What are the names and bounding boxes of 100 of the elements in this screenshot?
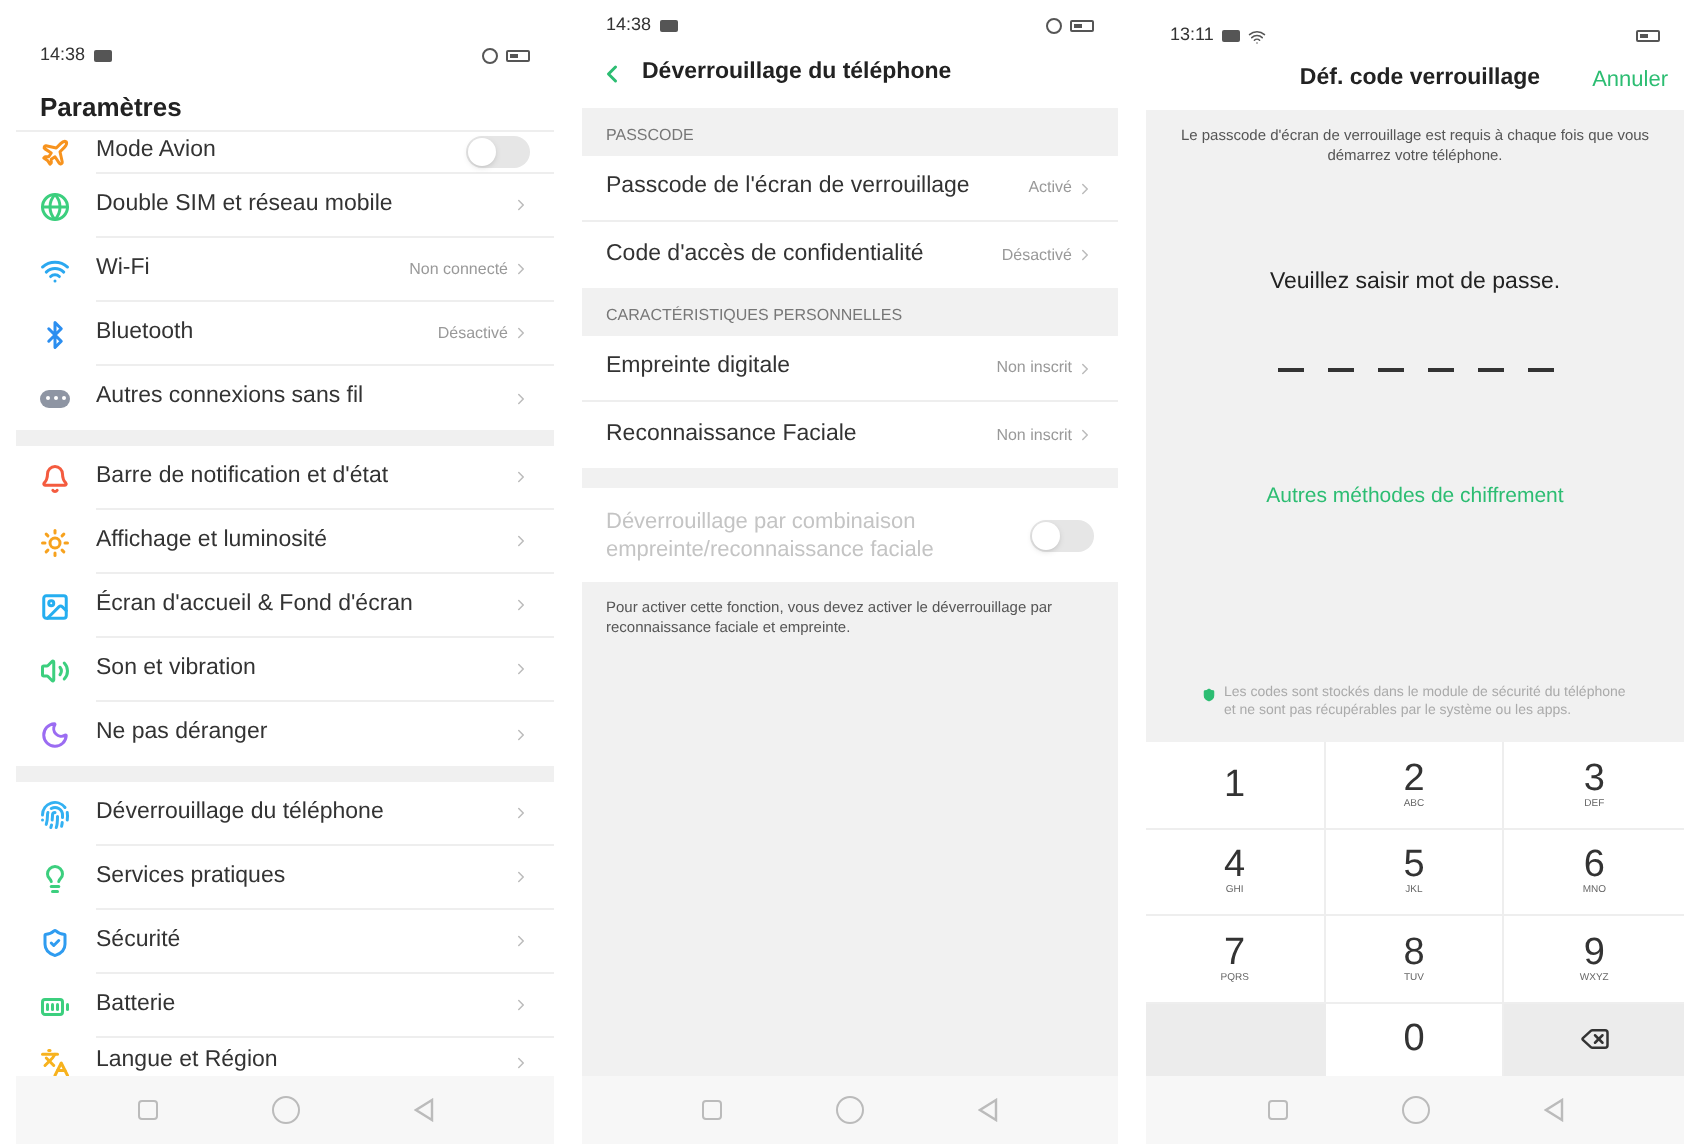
record-icon <box>482 48 498 64</box>
settings-row[interactable]: Barre de notification et d'état <box>16 446 554 510</box>
settings-row[interactable]: Wi-Fi Non connecté <box>16 238 554 302</box>
status-time: 14:38 <box>40 42 86 69</box>
chevron-icon <box>512 196 530 214</box>
photo-icon <box>659 20 678 32</box>
home-button[interactable] <box>271 1096 299 1124</box>
settings-row[interactable]: Langue et Région <box>16 1038 554 1076</box>
settings-row[interactable]: Double SIM et réseau mobile <box>16 174 554 238</box>
key-digit: 6 <box>1583 846 1605 885</box>
chevron-icon <box>512 804 530 822</box>
chevron-icon <box>512 725 530 743</box>
settings-label: Batterie <box>96 989 178 1020</box>
chevron-icon <box>512 596 530 614</box>
language-icon <box>40 1047 70 1076</box>
settings-label: Mode Avion <box>96 136 218 167</box>
key-digit: 1 <box>1224 765 1246 804</box>
wifi-icon <box>1247 27 1266 45</box>
settings-label: Wi-Fi <box>96 253 152 284</box>
pin-slot <box>1527 368 1553 373</box>
shield-icon <box>1202 688 1216 702</box>
settings-row[interactable]: Ne pas déranger <box>16 702 554 766</box>
settings-row[interactable]: Reconnaissance Faciale Non inscrit <box>582 402 1118 468</box>
fingerprint-icon <box>40 799 70 829</box>
key-digit: 4 <box>1224 846 1246 885</box>
settings-label: Barre de notification et d'état <box>96 461 391 492</box>
settings-row[interactable]: Mode Avion <box>16 132 554 174</box>
moon-icon <box>40 719 70 749</box>
chevron-icon <box>512 932 530 950</box>
pin-slot <box>1377 368 1403 373</box>
speaker-icon <box>40 655 70 685</box>
home-button[interactable] <box>835 1096 864 1124</box>
backspace-icon <box>1579 1024 1610 1055</box>
chevron-icon <box>512 260 530 278</box>
recent-apps-button[interactable] <box>702 1100 723 1120</box>
chevron-icon <box>512 468 530 486</box>
settings-row[interactable]: Écran d'accueil & Fond d'écran <box>16 574 554 638</box>
settings-row[interactable]: Passcode de l'écran de verrouillage Activé <box>582 156 1118 222</box>
settings-label: Autres connexions sans fil <box>96 382 366 413</box>
settings-label: Bluetooth <box>96 317 196 348</box>
pin-slot <box>1427 368 1453 373</box>
settings-value: Non inscrit <box>996 423 1072 447</box>
keypad-key[interactable]: 1 <box>1146 742 1326 829</box>
settings-row[interactable]: Sécurité <box>16 910 554 974</box>
toggle-switch[interactable] <box>466 136 530 168</box>
section-header: CARACTÉRISTIQUES PERSONNELLES <box>606 304 903 328</box>
recent-apps-button[interactable] <box>1267 1100 1287 1120</box>
settings-label: Déverrouillage du téléphone <box>96 797 386 828</box>
settings-label: Langue et Région <box>96 1046 280 1076</box>
screen-title: Paramètres <box>38 90 184 126</box>
record-icon <box>1046 18 1062 34</box>
airplane-icon <box>40 138 70 168</box>
status-time: 14:38 <box>606 12 652 39</box>
brightness-icon <box>40 527 70 557</box>
chevron-icon <box>512 868 530 886</box>
keypad-key[interactable]: 0 <box>1325 1003 1505 1076</box>
back-button[interactable] <box>1543 1098 1563 1122</box>
chevron-icon <box>1076 426 1094 444</box>
settings-label: Double SIM et réseau mobile <box>96 189 395 220</box>
settings-value: Désactivé <box>1001 243 1072 267</box>
key-digit: 5 <box>1403 846 1425 885</box>
key-digit: 9 <box>1583 933 1605 972</box>
settings-row[interactable]: Bluetooth Désactivé <box>16 302 554 366</box>
settings-label: Déverrouillage par combinaison empreinte/reconnaissance faciale <box>606 507 936 563</box>
settings-row[interactable]: Services pratiques <box>16 846 554 910</box>
settings-row[interactable]: Déverrouillage du téléphone <box>16 782 554 846</box>
settings-value: Désactivé <box>437 321 508 345</box>
battery-icon <box>1636 30 1660 42</box>
screen-title: Déverrouillage du téléphone <box>642 58 952 89</box>
settings-label: Ne pas déranger <box>96 718 270 749</box>
settings-label: Passcode de l'écran de verrouillage <box>606 172 972 203</box>
recent-apps-button[interactable] <box>137 1100 157 1120</box>
settings-row[interactable]: Empreinte digitale Non inscrit <box>582 336 1118 402</box>
chevron-icon <box>512 1053 530 1071</box>
backspace-key[interactable] <box>1504 1003 1684 1076</box>
settings-row[interactable]: Code d'accès de confidentialité Désactivé <box>582 222 1118 288</box>
chevron-icon <box>1076 246 1094 264</box>
bulb-icon <box>40 863 70 893</box>
key-digit: 3 <box>1583 759 1605 798</box>
settings-row[interactable]: Affichage et luminosité <box>16 510 554 574</box>
chevron-icon <box>512 996 530 1014</box>
settings-label: Sécurité <box>96 925 183 956</box>
battery-icon <box>1070 20 1094 32</box>
settings-row[interactable]: Son et vibration <box>16 638 554 702</box>
section-header: PASSCODE <box>606 124 694 148</box>
notification-icon <box>40 463 70 493</box>
globe-icon <box>40 191 70 221</box>
settings-label: Empreinte digitale <box>606 352 793 383</box>
back-button[interactable] <box>413 1098 433 1122</box>
back-button[interactable] <box>977 1098 998 1122</box>
home-button[interactable] <box>1401 1096 1429 1124</box>
settings-value: Non connecté <box>409 257 508 281</box>
settings-row[interactable]: Autres connexions sans fil <box>16 366 554 430</box>
status-time: 13:11 <box>1170 22 1214 49</box>
screen-title: Déf. code verrouillage <box>1299 64 1541 95</box>
settings-label: Reconnaissance Faciale <box>606 419 859 450</box>
settings-row[interactable]: Batterie <box>16 974 554 1038</box>
pin-slot <box>1477 368 1503 373</box>
pin-slot <box>1277 368 1303 373</box>
dots-icon <box>40 389 70 407</box>
